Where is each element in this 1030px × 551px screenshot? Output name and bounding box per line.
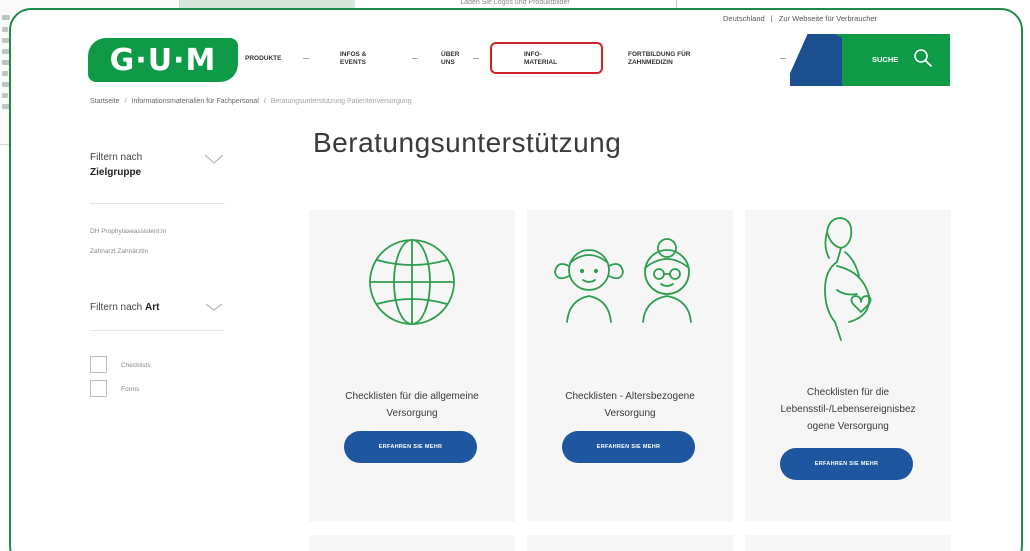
page-frame (9, 8, 1023, 551)
